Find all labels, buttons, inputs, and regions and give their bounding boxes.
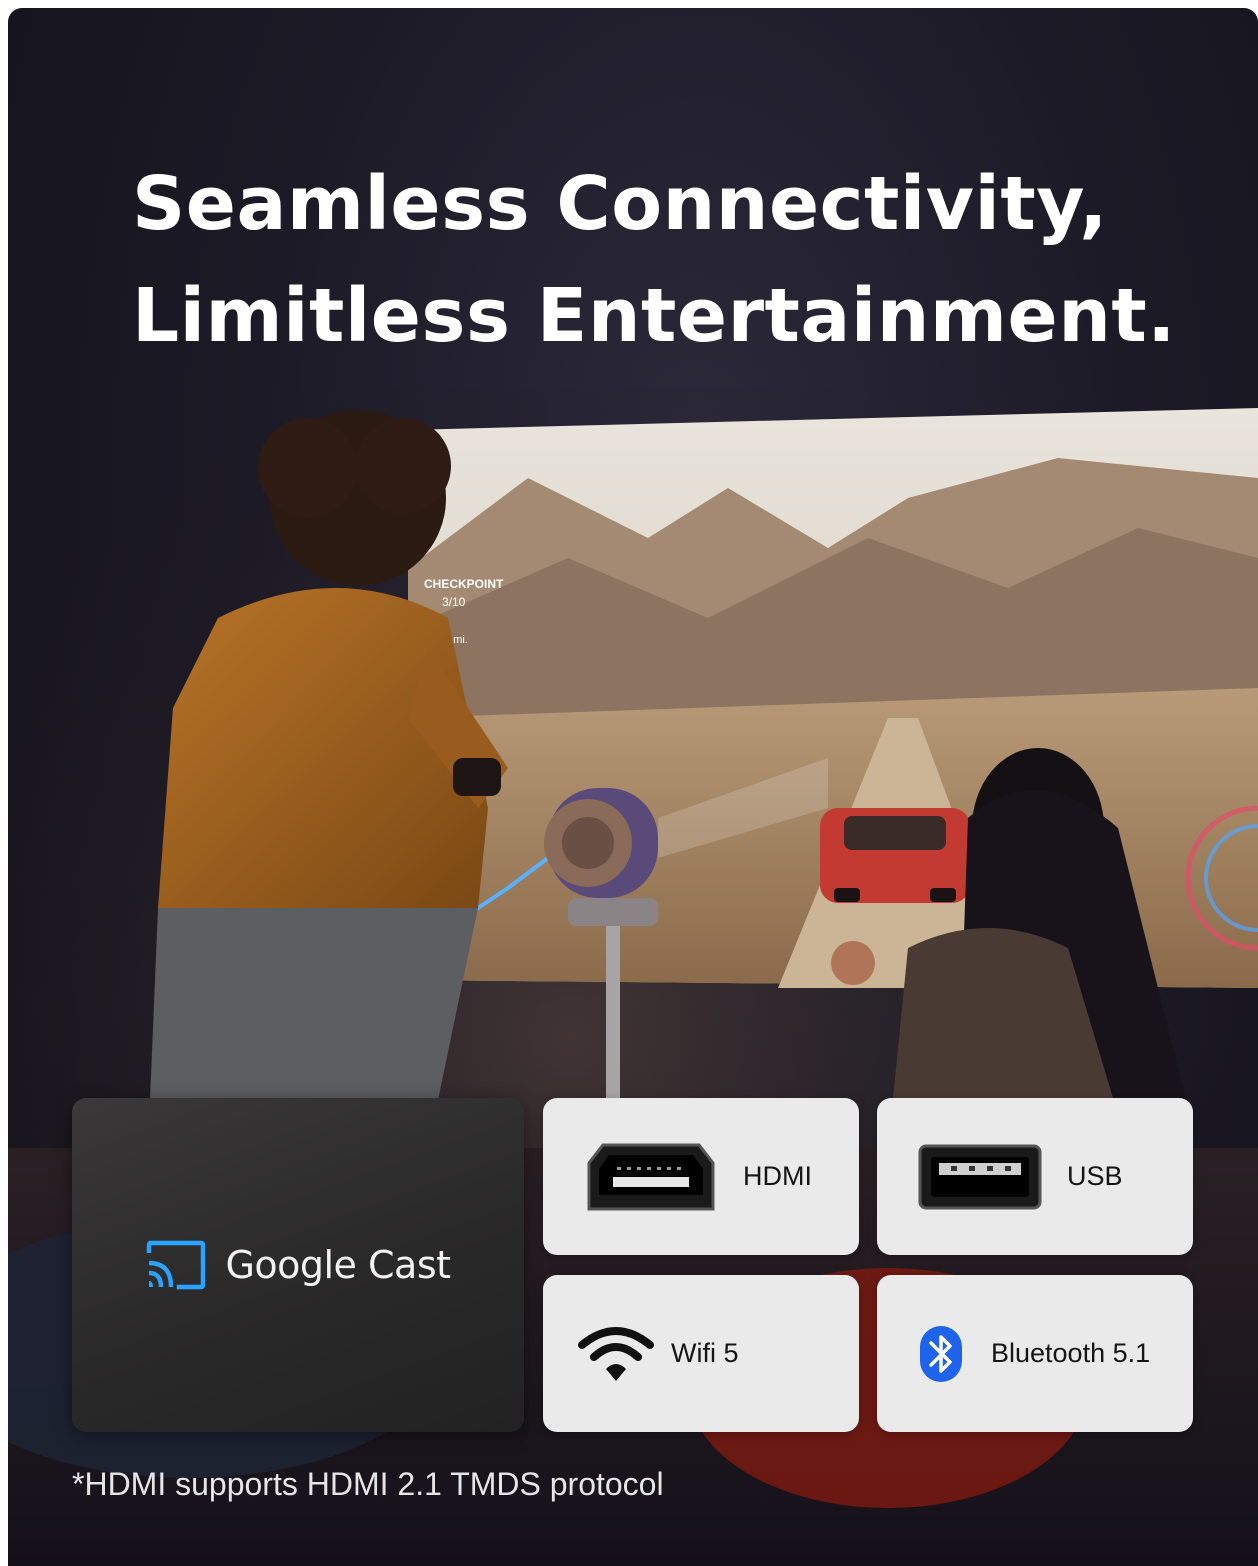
- wifi-label: Wifi 5: [671, 1338, 739, 1368]
- hdmi-footnote: *HDMI supports HDMI 2.1 TMDS protocol: [72, 1466, 664, 1502]
- google-cast-tile: Google Cast: [72, 1098, 524, 1432]
- wifi-tile: Wifi 5: [543, 1275, 859, 1432]
- usb-tile: USB: [877, 1098, 1193, 1255]
- hdmi-label: HDMI: [743, 1161, 812, 1191]
- usb-label: USB: [1067, 1161, 1123, 1191]
- cast-icon: [147, 1240, 206, 1290]
- headline-line-1: Seamless Connectivity,: [132, 161, 1108, 247]
- hud-progress: 3/10: [442, 595, 466, 609]
- hdmi-tile: HDMI: [543, 1098, 859, 1255]
- hdmi-port-icon: [587, 1143, 715, 1210]
- headline: Seamless Connectivity, Limitless Enterta…: [132, 148, 1232, 372]
- promo-card: Seamless Connectivity, Limitless Enterta…: [8, 8, 1258, 1566]
- hud-checkpoint: CHECKPOINT: [424, 577, 504, 591]
- bluetooth-label: Bluetooth 5.1: [991, 1338, 1151, 1368]
- headline-line-2: Limitless Entertainment.: [132, 273, 1176, 359]
- usb-port-icon: [918, 1144, 1042, 1209]
- wifi-icon: [578, 1326, 654, 1381]
- bluetooth-icon: [920, 1325, 962, 1382]
- google-cast-label: Google Cast: [225, 1243, 451, 1287]
- bluetooth-tile: Bluetooth 5.1: [877, 1275, 1193, 1432]
